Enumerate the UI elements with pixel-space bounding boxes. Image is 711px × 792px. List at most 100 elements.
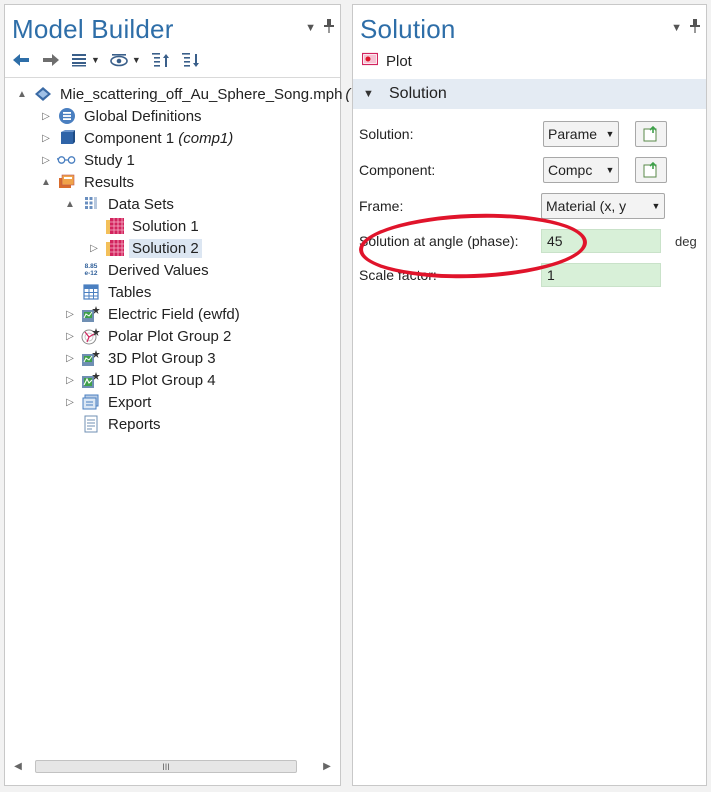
angle-row: Solution at angle (phase): 45 deg bbox=[359, 227, 700, 255]
tree-item-label: Export bbox=[108, 393, 152, 411]
horizontal-scrollbar[interactable]: ◀ III ▶ bbox=[11, 757, 334, 775]
global-definitions-icon bbox=[57, 107, 77, 125]
tree-item-solution-2[interactable]: ▷ Solution 2 bbox=[87, 237, 202, 259]
tree-item-solution-1[interactable]: Solution 1 bbox=[87, 215, 202, 237]
angle-input[interactable]: 45 bbox=[541, 229, 661, 253]
expand-triangle-icon[interactable]: ▷ bbox=[63, 309, 77, 320]
expand-triangle-icon[interactable]: ▷ bbox=[63, 397, 77, 408]
component-name: Component 1 bbox=[84, 129, 175, 147]
plot-button[interactable]: Plot bbox=[361, 52, 412, 70]
tree-item-electric-field[interactable]: ▷ Electric Field (ewfd) bbox=[63, 303, 243, 325]
solution-select-value: Parame bbox=[548, 126, 598, 142]
solution-row: Solution: Parame ▼ bbox=[359, 120, 700, 148]
go-to-source-button[interactable] bbox=[635, 157, 667, 183]
expand-triangle-icon[interactable]: ▷ bbox=[87, 243, 101, 254]
plot-group-3d-icon bbox=[81, 305, 101, 323]
scale-factor-input[interactable]: 1 bbox=[541, 263, 661, 287]
component-tag: (comp1) bbox=[178, 129, 234, 147]
settings-panel: Solution ▼ Plot ▼ Solution Solution: Par… bbox=[352, 4, 707, 786]
panel-menu-icon[interactable]: ▼ bbox=[671, 22, 682, 34]
scroll-right-icon[interactable]: ▶ bbox=[320, 761, 334, 772]
export-icon bbox=[81, 393, 101, 411]
tree-item-label: Polar Plot Group 2 bbox=[108, 327, 232, 345]
pin-icon[interactable] bbox=[690, 19, 700, 36]
forward-arrow-icon[interactable] bbox=[41, 53, 61, 67]
collapse-triangle-icon[interactable]: ▲ bbox=[39, 177, 53, 188]
tree-item-global-definitions[interactable]: ▷ Global Definitions bbox=[39, 105, 205, 127]
tree-item-reports[interactable]: Reports bbox=[63, 413, 164, 435]
tree-item-label: Data Sets bbox=[108, 195, 174, 213]
expand-triangle-icon[interactable]: ▷ bbox=[39, 155, 53, 166]
data-sets-icon bbox=[81, 195, 101, 213]
go-to-source-button[interactable] bbox=[635, 121, 667, 147]
section-title: Solution bbox=[389, 85, 447, 102]
reports-icon bbox=[81, 415, 101, 433]
tree-item-derived-values[interactable]: 8.85 e-12 Derived Values bbox=[63, 259, 212, 281]
collapse-all-icon[interactable] bbox=[181, 52, 201, 68]
frame-select[interactable]: Material (x, y ▼ bbox=[541, 193, 665, 219]
solution-dataset-icon bbox=[105, 239, 125, 257]
tree-item-export[interactable]: ▷ Export bbox=[63, 391, 154, 413]
panel-menu-icon[interactable]: ▼ bbox=[305, 22, 316, 34]
tree-item-label: Tables bbox=[108, 283, 152, 301]
show-list-icon[interactable]: ▼ bbox=[71, 53, 100, 67]
collapse-triangle-icon[interactable]: ▲ bbox=[15, 89, 29, 100]
tree-item-tables[interactable]: Tables bbox=[63, 281, 154, 303]
derived-values-icon: 8.85 e-12 bbox=[81, 261, 101, 279]
expand-triangle-icon[interactable]: ▷ bbox=[63, 331, 77, 342]
tree-item-label: Study 1 bbox=[84, 151, 135, 169]
solution-select[interactable]: Parame ▼ bbox=[543, 121, 619, 147]
model-builder-panel: Model Builder ▼ ▼ ▼ ▲ Mie_scattering_off… bbox=[4, 4, 350, 786]
scale-label: Scale factor: bbox=[359, 267, 437, 283]
expand-triangle-icon[interactable]: ▷ bbox=[39, 111, 53, 122]
tree-item-polar-plot-group-2[interactable]: ▷ Polar Plot Group 2 bbox=[63, 325, 234, 347]
component-select[interactable]: Compc ▼ bbox=[543, 157, 619, 183]
derived-values-icon-bottom: e-12 bbox=[84, 270, 98, 277]
tree-item-label: Results bbox=[84, 173, 135, 191]
scroll-thumb[interactable]: III bbox=[35, 760, 297, 773]
expand-triangle-icon[interactable]: ▷ bbox=[63, 353, 77, 364]
tree-item-component-1[interactable]: ▷ Component 1 (comp1) bbox=[39, 127, 236, 149]
solution-dataset-icon bbox=[105, 217, 125, 235]
tree-item-1d-plot-group-4[interactable]: ▷ 1D Plot Group 4 bbox=[63, 369, 219, 391]
tree-item-data-sets[interactable]: ▲ Data Sets bbox=[63, 193, 177, 215]
tree-item-label: Mie_scattering_off_Au_Sphere_Song.mph bbox=[60, 85, 343, 103]
component-icon bbox=[57, 129, 77, 147]
tree-item-results[interactable]: ▲ Results bbox=[39, 171, 137, 193]
chevron-down-icon[interactable]: ▼ bbox=[91, 55, 100, 65]
tree-item-label: Derived Values bbox=[108, 261, 209, 279]
frame-label: Frame: bbox=[359, 198, 404, 214]
chevron-down-icon: ▼ bbox=[605, 129, 615, 139]
scale-row: Scale factor: 1 bbox=[359, 261, 700, 289]
go-to-source-icon bbox=[643, 162, 657, 178]
tree-item-label: Reports bbox=[108, 415, 161, 433]
frame-select-value: Material (x, y bbox=[546, 198, 627, 214]
plot-group-1d-icon bbox=[81, 371, 101, 389]
scroll-track[interactable]: III bbox=[25, 758, 320, 774]
chevron-down-icon[interactable]: ▼ bbox=[132, 55, 141, 65]
tree-item-3d-plot-group-3[interactable]: ▷ 3D Plot Group 3 bbox=[63, 347, 219, 369]
tree-item-label: Solution 1 bbox=[132, 217, 199, 235]
collapse-triangle-icon[interactable]: ▼ bbox=[363, 88, 383, 100]
tree-item-model-root[interactable]: ▲ Mie_scattering_off_Au_Sphere_Song.mph … bbox=[15, 83, 350, 105]
scroll-left-icon[interactable]: ◀ bbox=[11, 761, 25, 772]
tree-item-label: 1D Plot Group 4 bbox=[108, 371, 216, 389]
angle-unit: deg bbox=[675, 233, 697, 249]
expand-triangle-icon[interactable]: ▷ bbox=[39, 133, 53, 144]
tree-item-suffix: ( bbox=[345, 85, 351, 103]
tree-item-study-1[interactable]: ▷ Study 1 bbox=[39, 149, 138, 171]
solution-section-header[interactable]: ▼ Solution bbox=[353, 79, 706, 109]
tree-item-label: 3D Plot Group 3 bbox=[108, 349, 216, 367]
plot-group-3d-icon bbox=[81, 349, 101, 367]
model-builder-title: Model Builder bbox=[12, 14, 174, 44]
collapse-triangle-icon[interactable]: ▲ bbox=[63, 199, 77, 210]
expand-all-icon[interactable] bbox=[151, 52, 171, 68]
view-options-icon[interactable]: ▼ bbox=[110, 53, 141, 67]
angle-label: Solution at angle (phase): bbox=[359, 233, 519, 249]
expand-triangle-icon[interactable]: ▷ bbox=[63, 375, 77, 386]
back-arrow-icon[interactable] bbox=[11, 53, 31, 67]
model-file-icon bbox=[33, 85, 53, 103]
pin-icon[interactable] bbox=[324, 19, 334, 36]
component-select-value: Compc bbox=[548, 162, 593, 178]
chevron-down-icon: ▼ bbox=[651, 201, 661, 211]
